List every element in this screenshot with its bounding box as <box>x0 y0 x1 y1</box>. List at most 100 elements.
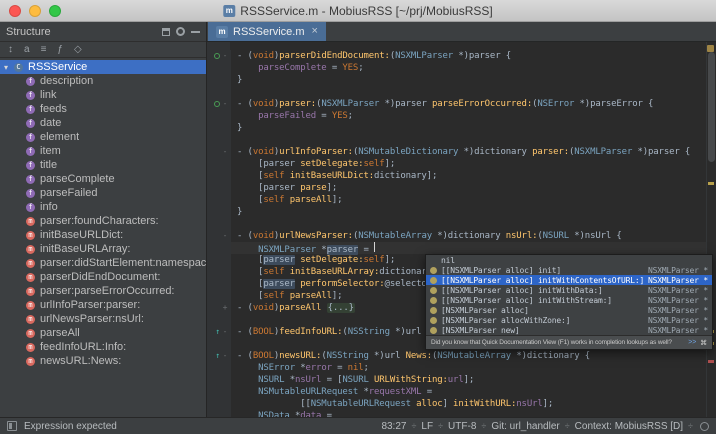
command-key-icon: ⌘ <box>700 339 707 347</box>
gear-icon[interactable] <box>176 27 185 36</box>
hide-panel-icon[interactable] <box>191 31 200 33</box>
structure-item[interactable]: murlNewsParser:nsUrl: <box>0 312 206 326</box>
sort-visibility-icon[interactable]: ↕ <box>8 45 13 55</box>
structure-item[interactable]: finfo <box>0 200 206 214</box>
code-line[interactable]: -- (void)parser:(NSXMLParser *)parser pa… <box>207 98 716 110</box>
structure-item[interactable]: mparser:didStartElement:namespaceURI <box>0 256 206 270</box>
completion-item[interactable]: [NSXMLParser allocWithZone:]NSXMLParser … <box>426 315 712 325</box>
gutter-cell: + <box>207 302 231 314</box>
override-marker-icon[interactable] <box>214 101 220 107</box>
completion-item[interactable]: [[NSXMLParser alloc] initWithContentsOfU… <box>426 275 712 285</box>
structure-item[interactable]: mparser:parseErrorOccurred: <box>0 284 206 298</box>
code-line[interactable]: parseComplete = YES; <box>207 62 716 74</box>
code-line[interactable]: NSMutableURLRequest *requestXML = <box>207 386 716 398</box>
scrollbar-thumb[interactable] <box>708 52 715 162</box>
zoom-button[interactable] <box>49 5 61 17</box>
scrollbar[interactable] <box>706 42 716 417</box>
structure-item[interactable]: ftitle <box>0 158 206 172</box>
implemented-marker-icon[interactable]: ↑ <box>215 328 220 336</box>
code-line[interactable] <box>207 134 716 146</box>
hint-more-link[interactable]: >> <box>688 339 696 346</box>
structure-item[interactable]: mfeedInfoURL:Info: <box>0 340 206 354</box>
close-icon[interactable]: × <box>312 26 318 37</box>
autoscroll-icon[interactable]: ◇ <box>74 45 82 55</box>
structure-item[interactable]: fdate <box>0 116 206 130</box>
float-mode-icon[interactable] <box>162 28 170 36</box>
hector-inspections-icon[interactable] <box>700 422 709 431</box>
code-line[interactable]: [parser parse]; <box>207 182 716 194</box>
fold-icon[interactable]: - <box>222 52 228 60</box>
structure-item[interactable]: minitBaseURLDict: <box>0 228 206 242</box>
structure-item[interactable]: fparseFailed <box>0 186 206 200</box>
structure-item[interactable]: flink <box>0 88 206 102</box>
show-fields-icon[interactable]: ƒ <box>57 45 63 55</box>
code-line[interactable]: ↑-- (BOOL)newsURL:(NSString *)url News:(… <box>207 350 716 362</box>
code-editor[interactable]: -- (void)parserDidEndDocument:(NSXMLPars… <box>207 42 716 417</box>
code-line[interactable]: NSURL *nsUrl = [NSURL URLWithString:url]… <box>207 374 716 386</box>
structure-item[interactable]: fparseComplete <box>0 172 206 186</box>
code-line[interactable]: } <box>207 74 716 86</box>
fold-icon[interactable]: - <box>222 100 228 108</box>
warning-stripe-mark[interactable] <box>708 182 714 185</box>
completion-item[interactable]: [[NSXMLParser alloc] initWithData:]NSXML… <box>426 285 712 295</box>
completion-item[interactable]: [NSXMLParser alloc]NSXMLParser * <box>426 305 712 315</box>
code-text: NSMutableURLRequest *requestXML = <box>231 387 432 397</box>
structure-item[interactable]: murlInfoParser:parser: <box>0 298 206 312</box>
code-line[interactable] <box>207 86 716 98</box>
expand-arrow-icon[interactable]: ▾ <box>4 63 14 72</box>
code-line[interactable]: [[NSMutableURLRequest alloc] initWithURL… <box>207 398 716 410</box>
implemented-marker-icon[interactable]: ↑ <box>215 352 220 360</box>
code-line[interactable]: NSXMLParser *parser = <box>207 242 716 254</box>
fold-icon[interactable]: - <box>222 352 228 360</box>
group-by-kind-icon[interactable]: ≡ <box>41 45 47 55</box>
caret-position[interactable]: 83:27 <box>381 421 406 432</box>
fold-icon[interactable]: - <box>222 328 228 336</box>
gutter-cell <box>207 254 231 266</box>
override-marker-icon[interactable] <box>214 53 220 59</box>
status-item[interactable]: LF <box>421 421 433 432</box>
code-line[interactable]: } <box>207 206 716 218</box>
code-line[interactable]: parseFailed = YES; <box>207 110 716 122</box>
status-item[interactable]: Git: url_handler <box>491 421 559 432</box>
code-line[interactable]: -- (void)urlNewsParser:(NSMutableArray *… <box>207 230 716 242</box>
code-line[interactable]: [self initBaseURLDict:dictionary]; <box>207 170 716 182</box>
method-icon: m <box>26 287 35 296</box>
code-line[interactable]: NSData *data = <box>207 410 716 417</box>
code-line[interactable]: -- (void)urlInfoParser:(NSMutableDiction… <box>207 146 716 158</box>
separator: ÷ <box>438 421 443 431</box>
structure-item[interactable]: mparseAll <box>0 326 206 340</box>
structure-item-label: parseComplete <box>40 173 115 185</box>
minimize-button[interactable] <box>29 5 41 17</box>
structure-item[interactable]: mnewsURL:News: <box>0 354 206 368</box>
structure-item[interactable]: mparser:foundCharacters: <box>0 214 206 228</box>
fold-icon[interactable]: + <box>222 304 228 312</box>
structure-item[interactable]: minitBaseURLArray: <box>0 242 206 256</box>
error-stripe-mark[interactable] <box>708 360 714 363</box>
code-line[interactable]: } <box>207 122 716 134</box>
completion-item[interactable]: [NSXMLParser new]NSXMLParser * <box>426 325 712 335</box>
close-button[interactable] <box>9 5 21 17</box>
gutter-cell <box>207 314 231 326</box>
code-line[interactable] <box>207 218 716 230</box>
fold-icon[interactable]: - <box>222 148 228 156</box>
structure-item[interactable]: felement <box>0 130 206 144</box>
completion-item[interactable]: [[NSXMLParser alloc] init]NSXMLParser * <box>426 265 712 275</box>
code-line[interactable]: -- (void)parserDidEndDocument:(NSXMLPars… <box>207 50 716 62</box>
status-item[interactable]: UTF-8 <box>448 421 476 432</box>
structure-item[interactable]: fdescription <box>0 74 206 88</box>
fold-icon[interactable]: - <box>222 232 228 240</box>
completion-item[interactable]: [[NSXMLParser alloc] initWithStream:]NSX… <box>426 295 712 305</box>
toolwindow-toggle-icon[interactable] <box>7 421 17 431</box>
sort-alpha-icon[interactable]: a <box>24 45 30 55</box>
code-line[interactable]: NSError *error = nil; <box>207 362 716 374</box>
tab-rssservice-m[interactable]: m RSSService.m × <box>208 22 326 41</box>
completion-item[interactable]: nil <box>426 255 712 265</box>
structure-item[interactable]: mparserDidEndDocument: <box>0 270 206 284</box>
structure-item[interactable]: ffeeds <box>0 102 206 116</box>
code-line[interactable]: [self parseAll]; <box>207 194 716 206</box>
field-icon: f <box>26 203 35 212</box>
structure-item-root[interactable]: ▾CRSSService <box>0 60 206 74</box>
status-item[interactable]: Context: MobiusRSS [D] <box>575 421 683 432</box>
code-line[interactable]: [parser setDelegate:self]; <box>207 158 716 170</box>
structure-item[interactable]: fitem <box>0 144 206 158</box>
